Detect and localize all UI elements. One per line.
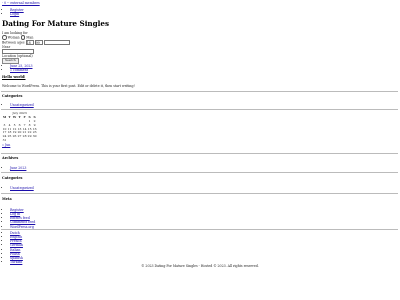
- meta-heading: Meta: [2, 197, 12, 201]
- post-title-link[interactable]: Hello world!: [2, 75, 26, 79]
- external-members-link[interactable]: - 0 -- external members: [2, 1, 40, 5]
- category-link-uncategorized[interactable]: Uncategorized: [10, 103, 34, 107]
- post-comments-link[interactable]: 1 comment: [10, 68, 28, 72]
- footer-copyright: © 2023 Dating For Mature Singles - Hoste…: [141, 264, 259, 268]
- category-item: Uncategorized: [10, 103, 34, 107]
- age-from-input[interactable]: 18: [25, 39, 34, 45]
- top-nav: Register Login: [6, 8, 24, 16]
- archives-heading: Archives: [2, 156, 19, 160]
- category-link-uncategorized[interactable]: Uncategorized: [10, 186, 34, 190]
- woman-radio-label: Woman: [7, 35, 20, 40]
- age-label: Between ages: [2, 40, 25, 45]
- post-comments-item: 1 comment: [10, 68, 32, 72]
- member-search-form: I am looking for Woman Man Between ages …: [2, 31, 72, 65]
- divider: [1, 91, 398, 92]
- nav-item: Login: [10, 12, 24, 16]
- calendar-day: 28: [22, 134, 27, 139]
- divider: [1, 172, 398, 173]
- archive-link-june-2023[interactable]: June 2023: [10, 166, 26, 170]
- calendar-day: 25: [7, 134, 12, 139]
- calendar-day: 27: [17, 134, 22, 139]
- categories-list: Uncategorized: [6, 103, 34, 107]
- archive-item: June 2023: [10, 166, 26, 170]
- calendar-day: 29: [27, 134, 32, 139]
- calendar-widget: July 2023 M T W T F S S 12 3456789 10 11 1…: [2, 111, 37, 147]
- site-title: Dating For Mature Singles: [2, 19, 110, 28]
- post-title-wrap: Hello world!: [2, 75, 26, 79]
- categories-heading: Categories: [2, 94, 23, 98]
- divider: [1, 109, 398, 110]
- calendar-day: 30: [32, 134, 37, 139]
- age-to-input[interactable]: 99: [34, 39, 43, 45]
- top-bar: - 0 -- external members: [2, 1, 40, 5]
- category-item: Uncategorized: [10, 186, 34, 190]
- post-meta: June 25, 2023 1 comment: [6, 64, 32, 72]
- archives-list: June 2023: [6, 166, 26, 170]
- nav-login-link[interactable]: Login: [10, 12, 19, 16]
- age-row: Between ages 18 99: [2, 39, 72, 45]
- age-extra-field[interactable]: [43, 39, 70, 45]
- calendar-day: 26: [12, 134, 17, 139]
- categories-list: Uncategorized: [6, 186, 34, 190]
- calendar-day: [32, 139, 37, 143]
- post-body: Welcome to WordPress. This is your first…: [2, 84, 135, 88]
- divider: [1, 193, 398, 194]
- divider: [1, 153, 398, 154]
- language-list: Dutch English French German Italian Poli…: [6, 231, 23, 264]
- divider: [1, 229, 398, 230]
- calendar-table: July 2023 M T W T F S S 12 3456789 10 11 1…: [2, 111, 37, 143]
- calendar-prev-link[interactable]: « Jun: [2, 143, 10, 147]
- categories-heading: Categories: [2, 176, 23, 180]
- meta-list: Register Log in Entries feed Comments fe…: [6, 208, 35, 229]
